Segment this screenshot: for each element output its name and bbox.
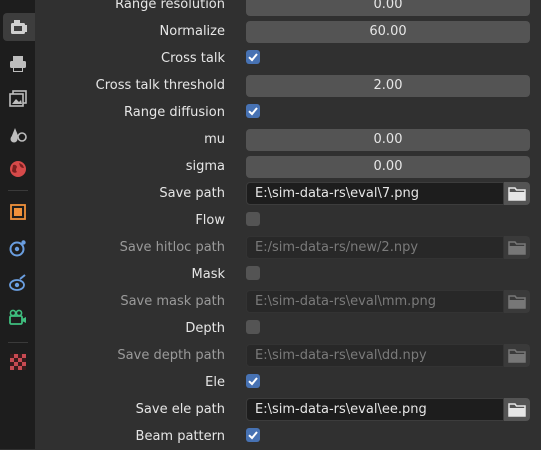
folder-icon	[508, 295, 526, 309]
save-depth-path-row: Save depth path E:\sim-data-rs\eval\dd.n…	[35, 342, 541, 369]
output-icon	[10, 56, 26, 72]
world-icon	[10, 161, 26, 177]
cross-talk-threshold-field[interactable]: 2.00	[246, 75, 530, 97]
save-path-browse-button[interactable]	[504, 182, 530, 205]
normalize-field[interactable]: 60.00	[246, 21, 530, 43]
save-mask-path-browse-button[interactable]	[504, 290, 530, 313]
save-path-input[interactable]: E:\sim-data-rs\eval\7.png	[246, 182, 504, 205]
range-resolution-row: Range resolution 0.00	[35, 0, 541, 18]
tab-world[interactable]	[4, 155, 32, 183]
tab-data[interactable]	[4, 304, 32, 332]
range-diffusion-label: Range diffusion	[124, 105, 225, 120]
save-depth-path-label: Save depth path	[117, 348, 225, 363]
save-path-row: Save path E:\sim-data-rs\eval\7.png	[35, 180, 541, 207]
checkmark-icon	[248, 431, 258, 440]
save-depth-path-browse-button[interactable]	[504, 344, 530, 367]
cross-talk-checkbox[interactable]	[246, 50, 260, 64]
ele-row: Ele	[35, 369, 541, 396]
cross-talk-label: Cross talk	[161, 51, 225, 66]
range-diffusion-checkbox[interactable]	[246, 104, 260, 118]
cross-talk-threshold-label: Cross talk threshold	[95, 78, 225, 93]
render-icon	[11, 20, 27, 34]
mu-row: mu 0.00	[35, 126, 541, 153]
save-mask-path-input[interactable]: E:\sim-data-rs\eval\mm.png	[246, 290, 504, 313]
flow-checkbox[interactable]	[246, 212, 260, 226]
range-diffusion-row: Range diffusion	[35, 99, 541, 126]
save-hitloc-path-label: Save hitloc path	[119, 240, 225, 255]
mu-label: mu	[204, 132, 225, 147]
save-ele-path-browse-button[interactable]	[504, 398, 530, 421]
tab-physics[interactable]	[4, 269, 32, 297]
depth-label: Depth	[185, 321, 225, 336]
save-path-label: Save path	[159, 186, 225, 201]
scene-icon	[10, 128, 27, 143]
depth-row: Depth	[35, 315, 541, 342]
sigma-row: sigma 0.00	[35, 153, 541, 180]
flow-row: Flow	[35, 207, 541, 234]
checkmark-icon	[248, 107, 258, 116]
folder-icon	[508, 349, 526, 363]
mask-label: Mask	[191, 267, 225, 282]
beam-pattern-label: Beam pattern	[135, 429, 225, 444]
tab-render[interactable]	[3, 13, 35, 41]
cross-talk-row: Cross talk	[35, 45, 541, 72]
save-mask-path-row: Save mask path E:\sim-data-rs\eval\mm.pn…	[35, 288, 541, 315]
folder-icon	[508, 187, 526, 201]
save-ele-path-row: Save ele path E:\sim-data-rs\eval\ee.png	[35, 396, 541, 423]
beam-pattern-row: Beam pattern	[35, 423, 541, 450]
save-hitloc-path-row: Save hitloc path E:/sim-data-rs/new/2.np…	[35, 234, 541, 261]
checkmark-icon	[248, 53, 258, 62]
save-depth-path-input[interactable]: E:\sim-data-rs\eval\dd.npy	[246, 344, 504, 367]
save-hitloc-path-input[interactable]: E:/sim-data-rs/new/2.npy	[246, 236, 504, 259]
mask-checkbox[interactable]	[246, 266, 260, 280]
properties-tab-bar	[0, 0, 35, 449]
depth-checkbox[interactable]	[246, 320, 260, 334]
sigma-field[interactable]: 0.00	[246, 156, 530, 178]
tab-modifier[interactable]	[4, 234, 32, 262]
tab-scene[interactable]	[4, 120, 32, 148]
data-icon	[9, 309, 26, 325]
save-hitloc-path-browse-button[interactable]	[504, 236, 530, 259]
tab-output[interactable]	[4, 50, 32, 78]
mask-row: Mask	[35, 261, 541, 288]
mu-field[interactable]: 0.00	[246, 129, 530, 151]
cross-talk-threshold-row: Cross talk threshold 2.00	[35, 72, 541, 99]
save-mask-path-label: Save mask path	[120, 294, 225, 309]
object-icon	[10, 204, 26, 220]
normalize-row: Normalize 60.00	[35, 18, 541, 45]
sigma-label: sigma	[185, 159, 225, 174]
folder-icon	[508, 403, 526, 417]
texture-icon	[10, 354, 26, 370]
ele-label: Ele	[205, 375, 225, 390]
ele-checkbox[interactable]	[246, 374, 260, 388]
checkmark-icon	[248, 377, 258, 386]
beam-pattern-checkbox[interactable]	[246, 428, 260, 442]
folder-icon	[508, 241, 526, 255]
save-ele-path-input[interactable]: E:\sim-data-rs\eval\ee.png	[246, 398, 504, 421]
modifier-icon	[9, 240, 26, 257]
range-resolution-field[interactable]: 0.00	[246, 0, 530, 16]
normalize-label: Normalize	[159, 24, 225, 39]
flow-label: Flow	[195, 213, 225, 228]
range-resolution-label: Range resolution	[115, 0, 225, 12]
view-layer-icon	[9, 90, 27, 107]
physics-icon	[9, 274, 26, 291]
tab-object[interactable]	[4, 198, 32, 226]
tab-view-layer[interactable]	[4, 85, 32, 113]
save-ele-path-label: Save ele path	[135, 402, 225, 417]
tab-texture[interactable]	[4, 348, 32, 376]
